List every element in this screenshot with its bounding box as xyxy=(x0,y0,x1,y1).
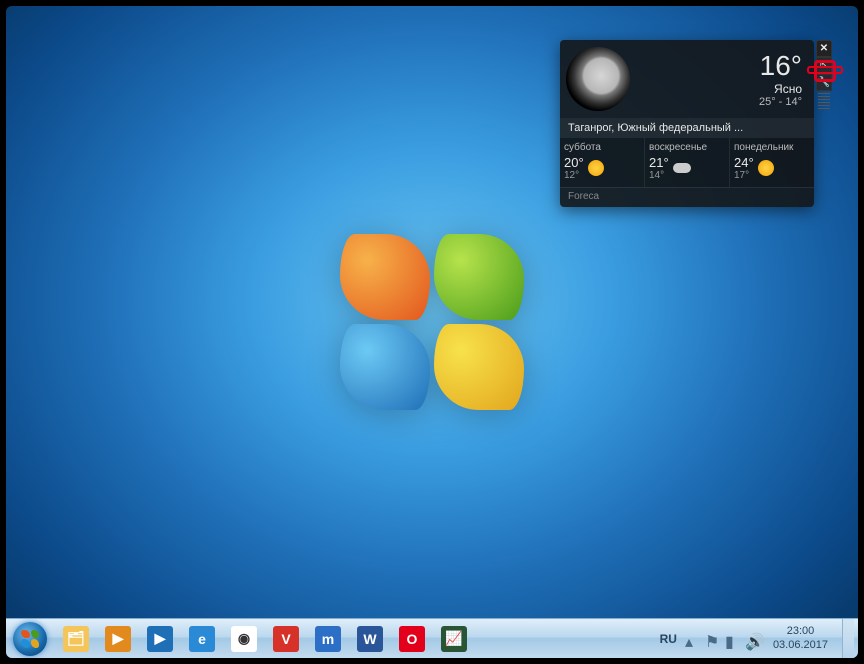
sun-icon xyxy=(758,160,774,176)
taskbar-item-ie[interactable]: e xyxy=(182,622,222,656)
taskbar-item-word[interactable]: W xyxy=(350,622,390,656)
vivaldi-icon: V xyxy=(273,626,299,652)
forecast-hi: 21° xyxy=(649,155,669,170)
chrome-icon: ◉ xyxy=(231,626,257,652)
forecast-lo: 14° xyxy=(649,170,669,181)
gadget-drag-handle[interactable] xyxy=(818,93,830,111)
taskbar-item-vivaldi[interactable]: V xyxy=(266,622,306,656)
ie-icon: e xyxy=(189,626,215,652)
forecast-day-name: суббота xyxy=(564,142,640,153)
taskbar-pinned-list: 🗂 ▶ ▶ e ◉ VmWO 📈 xyxy=(56,622,474,656)
taskbar: 🗂 ▶ ▶ e ◉ VmWO 📈 RU ▴ ⚑ ▮ 🔊 23:00 03.06.2017 xyxy=(6,618,858,658)
weather-gadget[interactable]: 16° Ясно 25° - 14° Таганрог, Южный федер… xyxy=(560,40,814,207)
taskbar-item-chrome[interactable]: ◉ xyxy=(224,622,264,656)
forecast-day-name: воскресенье xyxy=(649,142,725,153)
taskbar-item-taskmgr[interactable]: 📈 xyxy=(434,622,474,656)
taskbar-item-maxthon[interactable]: m xyxy=(308,622,348,656)
taskbar-item-explorer[interactable]: 🗂 xyxy=(56,622,96,656)
tray-chevron-up-icon[interactable]: ▴ xyxy=(685,632,699,646)
current-temp: 16° xyxy=(759,50,802,82)
windows-logo xyxy=(340,234,524,410)
language-indicator[interactable]: RU xyxy=(660,632,677,646)
forecast-day: воскресенье 21° 14° xyxy=(645,138,730,187)
forecast-lo: 17° xyxy=(734,170,754,181)
word-icon: W xyxy=(357,626,383,652)
clock-date: 03.06.2017 xyxy=(773,639,828,652)
start-button[interactable] xyxy=(10,619,50,659)
desktop[interactable]: 16° Ясно 25° - 14° Таганрог, Южный федер… xyxy=(6,6,858,658)
clock-time: 23:00 xyxy=(773,625,828,638)
today-range: 25° - 14° xyxy=(759,96,802,108)
forecast-day: понедельник 24° 17° xyxy=(730,138,814,187)
explorer-icon: 🗂 xyxy=(63,626,89,652)
start-orb-icon xyxy=(13,622,47,656)
sun-icon xyxy=(588,160,604,176)
taskbar-item-mpc[interactable]: ▶ xyxy=(140,622,180,656)
show-desktop-button[interactable] xyxy=(842,619,854,659)
annotation-highlight xyxy=(807,66,843,74)
network-icon[interactable]: ▮ xyxy=(725,632,739,646)
forecast-day: суббота 20° 12° xyxy=(560,138,645,187)
taskbar-item-opera[interactable]: O xyxy=(392,622,432,656)
taskmgr-icon: 📈 xyxy=(441,626,467,652)
weather-current: 16° Ясно 25° - 14° xyxy=(560,40,814,118)
volume-icon[interactable]: 🔊 xyxy=(745,632,759,646)
system-tray: RU ▴ ⚑ ▮ 🔊 23:00 03.06.2017 xyxy=(660,619,858,658)
maxthon-icon: m xyxy=(315,626,341,652)
cloud-icon xyxy=(673,163,691,173)
opera-icon: O xyxy=(399,626,425,652)
mpc-icon: ▶ xyxy=(147,626,173,652)
forecast-row: суббота 20° 12° воскресенье 21° 14° поне… xyxy=(560,138,814,187)
forecast-day-name: понедельник xyxy=(734,142,810,153)
weather-brand[interactable]: Foreca xyxy=(560,187,814,207)
forecast-lo: 12° xyxy=(564,170,584,181)
weather-location[interactable]: Таганрог, Южный федеральный ... xyxy=(560,118,814,138)
gadget-close-button[interactable]: ✕ xyxy=(816,40,832,57)
action-center-icon[interactable]: ⚑ xyxy=(705,632,719,646)
forecast-hi: 24° xyxy=(734,155,754,170)
forecast-hi: 20° xyxy=(564,155,584,170)
moon-icon xyxy=(566,47,630,111)
taskbar-item-wmplayer[interactable]: ▶ xyxy=(98,622,138,656)
current-condition: Ясно xyxy=(759,82,802,96)
wmplayer-icon: ▶ xyxy=(105,626,131,652)
clock[interactable]: 23:00 03.06.2017 xyxy=(767,625,834,651)
